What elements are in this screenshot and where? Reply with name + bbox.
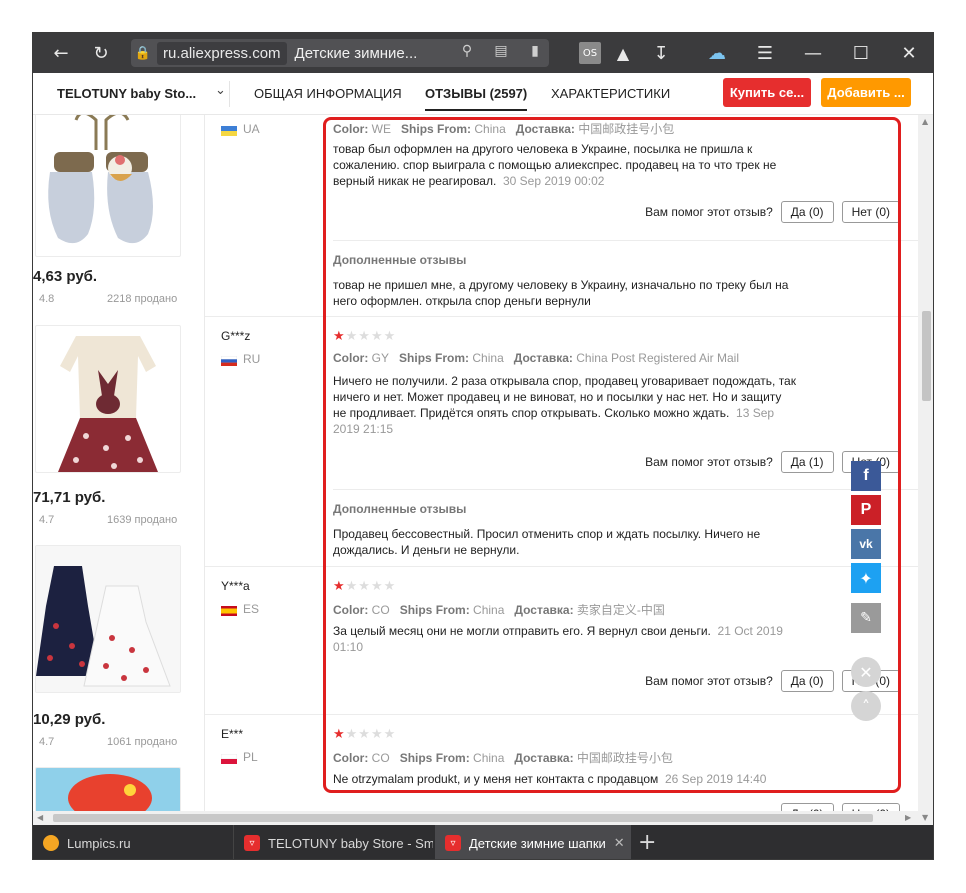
search-icon[interactable]: ⚲ <box>457 43 477 63</box>
vertical-scroll-thumb[interactable] <box>922 311 931 401</box>
close-icon[interactable]: ✕ <box>897 41 921 65</box>
tab-lumpics[interactable]: Lumpics.ru <box>33 825 233 859</box>
extension-os-icon[interactable]: OS <box>579 42 601 64</box>
flag-ua-icon <box>221 123 237 136</box>
twitter-icon[interactable]: ✦ <box>851 563 881 593</box>
flag-pl-icon <box>220 751 238 764</box>
product-price: 71,71 руб. <box>33 489 106 506</box>
buy-button[interactable]: Купить се... <box>723 78 811 107</box>
scroll-right-arrow-icon[interactable]: ▶ <box>905 813 911 822</box>
bookmark-icon[interactable]: ▮ <box>525 43 545 63</box>
product-rating: 4.7 <box>39 514 55 526</box>
scroll-up-icon[interactable]: ˄ <box>851 691 881 721</box>
flag-ru-icon <box>220 353 238 366</box>
review-country: ES <box>243 602 260 616</box>
download-icon[interactable]: ↧ <box>649 41 673 65</box>
tab-active-hats[interactable]: ▿ Детские зимние шапки ✕ <box>435 825 631 859</box>
product-image-dresses[interactable] <box>35 545 181 693</box>
tab-telotuny[interactable]: ▿ TELOTUNY baby Store - Sm <box>233 825 433 859</box>
browser-tab-bar: Lumpics.ru ▿ TELOTUNY baby Store - Sm ▿ … <box>33 825 933 859</box>
product-price: 10,29 руб. <box>33 711 106 728</box>
product-sold: 1061 продано <box>107 736 178 748</box>
product-sold: 2218 продано <box>107 293 178 305</box>
lock-icon: 🔒 <box>134 45 152 61</box>
lumpics-favicon-icon <box>43 835 59 851</box>
page-content: 4,63 руб. 4.8 2218 продано 71,71 руб. 4.… <box>33 115 918 825</box>
store-name[interactable]: TELOTUNY baby Sto... <box>57 86 196 101</box>
tab-label: Lumpics.ru <box>67 835 131 851</box>
product-rating: 4.7 <box>39 736 55 748</box>
extension-drop-icon[interactable]: ▲ <box>611 41 635 65</box>
new-tab-icon[interactable]: + <box>638 830 656 855</box>
scroll-left-arrow-icon[interactable]: ◀ <box>37 813 43 822</box>
aliexpress-favicon-icon: ▿ <box>244 835 260 851</box>
tab-close-icon[interactable]: ✕ <box>614 836 625 851</box>
tab-label: TELOTUNY baby Store - Sm <box>268 835 433 851</box>
browser-toolbar: ← ↻ 🔒 ru.aliexpress.com Детские зимние..… <box>33 33 933 73</box>
add-to-cart-button[interactable]: Добавить ... <box>821 78 911 107</box>
product-image-dress[interactable] <box>35 325 181 473</box>
scroll-down-arrow-icon[interactable]: ▼ <box>922 813 928 822</box>
edit-icon[interactable]: ✎ <box>851 603 881 633</box>
url-domain[interactable]: ru.aliexpress.com <box>157 41 287 65</box>
close-share-icon[interactable]: ✕ <box>851 657 881 687</box>
highlight-frame <box>323 117 901 793</box>
pinterest-icon[interactable]: P <box>851 495 881 525</box>
horizontal-scroll-thumb[interactable] <box>53 814 873 822</box>
review-user: G***z <box>221 329 251 343</box>
related-products: 4,63 руб. 4.8 2218 продано 71,71 руб. 4.… <box>33 115 203 825</box>
facebook-icon[interactable]: f <box>851 461 881 491</box>
tab-specifications[interactable]: ХАРАКТЕРИСТИКИ <box>551 86 670 101</box>
horizontal-scrollbar[interactable]: ◀ ▶ <box>33 811 918 825</box>
review-country: UA <box>243 122 260 136</box>
url-page-title: Детские зимние... <box>294 44 418 62</box>
back-icon[interactable]: ← <box>49 41 73 65</box>
vk-icon[interactable]: vk <box>851 529 881 559</box>
browser-window: ← ↻ 🔒 ru.aliexpress.com Детские зимние..… <box>32 32 934 860</box>
maximize-icon[interactable]: ☐ <box>849 41 873 65</box>
product-image-mittens[interactable] <box>35 115 181 257</box>
flag-es-icon <box>221 603 237 616</box>
address-bar[interactable]: 🔒 ru.aliexpress.com Детские зимние... ⚲ … <box>131 39 549 67</box>
scroll-up-arrow-icon[interactable]: ▲ <box>922 117 928 126</box>
tab-label: Детские зимние шапки <box>469 835 606 851</box>
tab-overview[interactable]: ОБЩАЯ ИНФОРМАЦИЯ <box>254 86 402 101</box>
minimize-icon[interactable]: — <box>801 41 825 65</box>
product-sold: 1639 продано <box>107 514 178 526</box>
weather-icon[interactable]: ☁ <box>705 41 729 65</box>
store-nav: TELOTUNY baby Sto... ⌄ ОБЩАЯ ИНФОРМАЦИЯ … <box>33 73 933 115</box>
chevron-down-icon[interactable]: ⌄ <box>215 83 226 98</box>
reader-icon[interactable]: ▤ <box>491 43 511 63</box>
review-country: RU <box>243 352 261 366</box>
tab-reviews[interactable]: ОТЗЫВЫ (2597) <box>425 86 528 111</box>
review-user: Y***a <box>221 579 250 593</box>
aliexpress-favicon-icon: ▿ <box>445 835 461 851</box>
reload-icon[interactable]: ↻ <box>89 41 113 65</box>
product-price: 4,63 руб. <box>33 268 98 285</box>
review-user: E*** <box>221 727 244 741</box>
menu-icon[interactable]: ☰ <box>753 41 777 65</box>
nav-divider <box>229 81 230 107</box>
vertical-scrollbar[interactable]: ▲ ▼ <box>918 115 933 825</box>
review-country: PL <box>243 750 258 764</box>
product-rating: 4.8 <box>39 293 55 305</box>
